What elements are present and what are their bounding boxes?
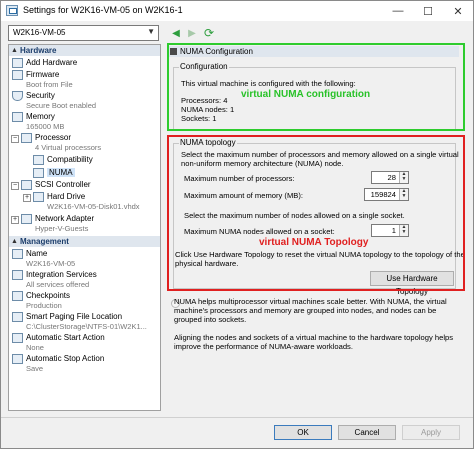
add-hardware-icon xyxy=(12,58,23,68)
collapse-triangle-icon: ▲ xyxy=(11,47,18,54)
sidebar-item-scsi-controller[interactable]: SCSI Controller xyxy=(21,180,157,191)
settings-navigation-pane: ▲ Hardware Add Hardware Firmware Boot fr… xyxy=(8,44,161,411)
vm-selector-value: W2K16-VM-05 xyxy=(13,28,66,37)
ok-button[interactable]: OK xyxy=(274,425,332,440)
network-adapter-icon xyxy=(21,214,32,224)
window-title: Settings for W2K16-VM-05 on W2K16-1 xyxy=(23,5,183,15)
sidebar-item-processor[interactable]: Processor 4 Virtual processors xyxy=(21,133,157,153)
sidebar-item-checkpoints[interactable]: Checkpoints Production xyxy=(12,291,157,311)
sidebar-item-network-adapter[interactable]: Network Adapter Hyper-V-Guests xyxy=(21,214,157,234)
scsi-controller-icon xyxy=(21,180,32,190)
automatic-stop-icon xyxy=(12,354,23,364)
sidebar-item-firmware[interactable]: Firmware Boot from File xyxy=(12,70,157,90)
title-bar: Settings for W2K16-VM-05 on W2K16-1 — ☐ … xyxy=(1,1,473,21)
collapse-triangle-icon: ▲ xyxy=(11,238,18,245)
numa-configuration-annotation: virtual NUMA configuration xyxy=(241,89,371,100)
close-button[interactable]: ✕ xyxy=(443,1,473,21)
sidebar-item-smart-paging[interactable]: Smart Paging File Location C:\ClusterSto… xyxy=(12,312,157,332)
automatic-start-icon xyxy=(12,333,23,343)
numa-icon xyxy=(33,168,44,178)
scsi-collapse-toggle[interactable]: − xyxy=(11,182,19,190)
firmware-icon xyxy=(12,70,23,80)
hard-drive-icon xyxy=(33,192,44,202)
name-icon xyxy=(12,249,23,259)
back-arrow-icon[interactable]: ◀ xyxy=(169,26,183,40)
sidebar-item-automatic-start[interactable]: Automatic Start Action None xyxy=(12,333,157,353)
sidebar-item-compatibility[interactable]: Compatibility xyxy=(33,155,157,166)
checkpoints-icon xyxy=(12,291,23,301)
sidebar-item-security[interactable]: Security Secure Boot enabled xyxy=(12,91,157,111)
forward-arrow-icon[interactable]: ▶ xyxy=(185,26,199,40)
shield-icon xyxy=(12,91,23,101)
compatibility-icon xyxy=(33,155,44,165)
sidebar-item-integration-services[interactable]: Integration Services All services offere… xyxy=(12,270,157,290)
chevron-down-icon: ▼ xyxy=(147,27,155,36)
processor-collapse-toggle[interactable]: − xyxy=(11,135,19,143)
network-adapter-expand-toggle[interactable]: + xyxy=(11,216,19,224)
footer-separator xyxy=(1,417,473,418)
sidebar-item-numa[interactable]: NUMA xyxy=(33,168,157,179)
info-para1-line3: grouped into sockets. xyxy=(174,315,247,324)
numa-topology-callout xyxy=(167,135,465,291)
sidebar-item-hard-drive[interactable]: Hard Drive W2K16-VM-05-Disk01.vhdx xyxy=(33,192,157,212)
apply-button[interactable]: Apply xyxy=(402,425,460,440)
minimize-button[interactable]: — xyxy=(383,1,413,21)
sidebar-item-automatic-stop[interactable]: Automatic Stop Action Save xyxy=(12,354,157,374)
integration-services-icon xyxy=(12,270,23,280)
memory-icon xyxy=(12,112,23,122)
sidebar-item-name[interactable]: Name W2K16-VM-05 xyxy=(12,249,157,269)
sidebar-item-add-hardware[interactable]: Add Hardware xyxy=(12,58,157,69)
smart-paging-icon xyxy=(12,312,23,322)
vm-selector[interactable]: W2K16-VM-05 ▼ xyxy=(8,25,159,41)
hardware-section-header[interactable]: ▲ Hardware xyxy=(9,45,160,56)
management-section-header[interactable]: ▲ Management xyxy=(9,236,160,247)
cancel-button[interactable]: Cancel xyxy=(338,425,396,440)
info-para2-line2: improve the performance of NUMA-aware wo… xyxy=(174,342,353,351)
processor-icon xyxy=(21,133,32,143)
settings-app-icon xyxy=(6,5,18,16)
settings-window: Settings for W2K16-VM-05 on W2K16-1 — ☐ … xyxy=(0,0,474,449)
hard-drive-expand-toggle[interactable]: + xyxy=(23,194,31,202)
numa-configuration-callout xyxy=(167,43,465,131)
refresh-icon[interactable]: ⟳ xyxy=(202,26,216,40)
maximize-button[interactable]: ☐ xyxy=(413,1,443,21)
numa-topology-annotation: virtual NUMA Topology xyxy=(259,237,369,248)
sidebar-item-memory[interactable]: Memory 165000 MB xyxy=(12,112,157,132)
